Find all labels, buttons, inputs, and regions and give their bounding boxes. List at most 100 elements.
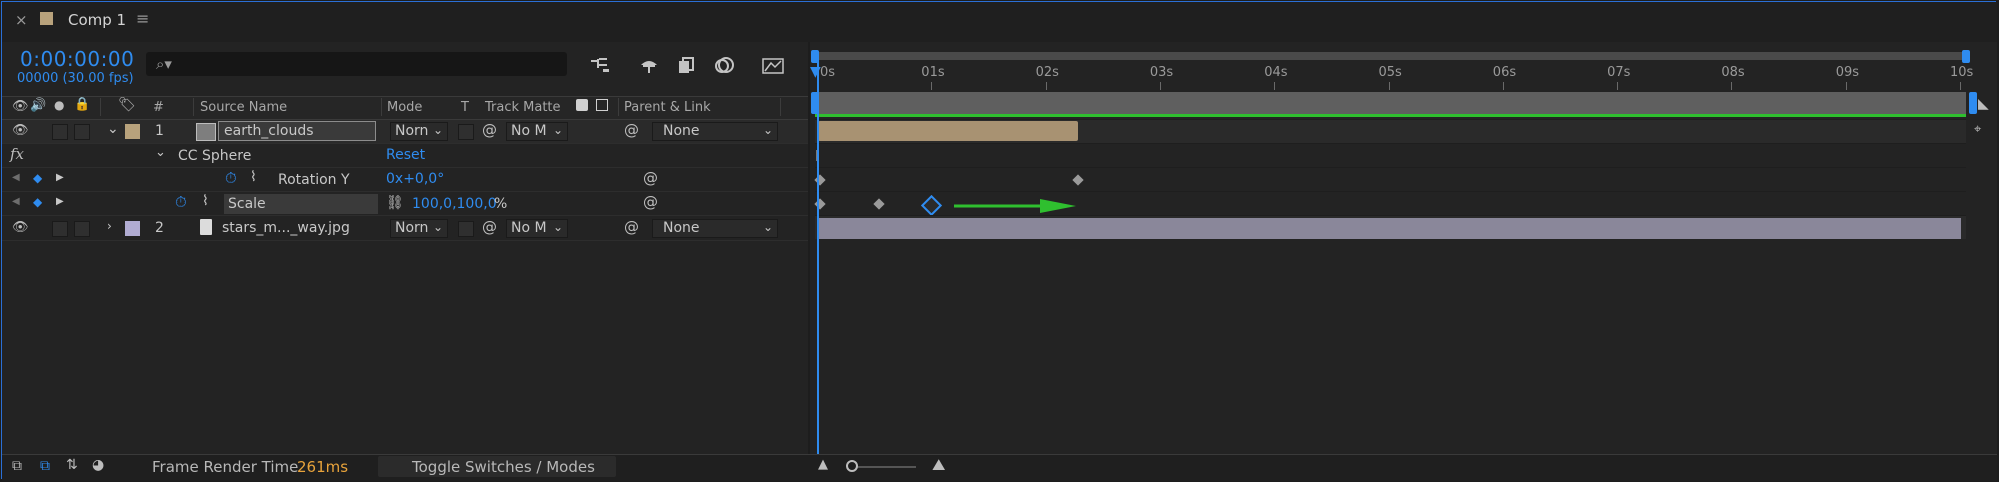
prev-keyframe-icon[interactable]: ◀	[12, 196, 20, 207]
render-time-icon[interactable]: ◕	[92, 457, 104, 473]
blend-mode-value: Norn	[395, 220, 429, 236]
ruler-tick	[1502, 82, 1504, 90]
visibility-eye-icon[interactable]: 👁	[12, 123, 29, 138]
parent-dropdown[interactable]: None ⌄	[652, 122, 778, 141]
graph-icon[interactable]: ⌇	[250, 169, 257, 185]
comp-tab-title[interactable]: Comp 1	[68, 11, 126, 29]
audio-toggle[interactable]	[52, 221, 68, 237]
column-mode[interactable]: Mode	[387, 100, 422, 115]
tab-menu-icon[interactable]: ≡	[136, 9, 149, 28]
lock-icon[interactable]: 🔒	[74, 97, 90, 112]
expression-pickwhip-icon[interactable]: @	[643, 169, 658, 187]
layer-name-text[interactable]: stars_m..._way.jpg	[222, 220, 350, 236]
column-track-matte[interactable]: Track Matte	[485, 100, 561, 115]
transfer-controls-icon[interactable]: ⧉	[40, 458, 50, 474]
scale-value[interactable]: 100,0,100,0	[412, 196, 497, 212]
constrain-proportions-link-icon[interactable]: ⛓	[386, 195, 404, 211]
keyframe-toggle-icon[interactable]: ◆	[33, 195, 42, 209]
parent-pickwhip-icon[interactable]: @	[624, 218, 639, 236]
ruler-tick	[1617, 82, 1619, 90]
scale-label-field[interactable]: Scale	[224, 194, 378, 214]
close-tab-icon[interactable]: ×	[15, 11, 28, 29]
zoom-slider-thumb[interactable]	[846, 460, 858, 472]
next-keyframe-icon[interactable]: ▶	[56, 172, 64, 183]
lock-toggle[interactable]	[74, 221, 90, 237]
fx-icon[interactable]: fx	[10, 145, 24, 163]
track-matte-value: No M	[511, 123, 547, 139]
next-keyframe-icon[interactable]: ▶	[56, 196, 64, 207]
blend-mode-dropdown[interactable]: Norn ⌄	[390, 122, 448, 141]
comp-marker-bin-icon[interactable]: ◣	[1978, 96, 1989, 112]
track-matte-pickwhip-icon[interactable]: @	[482, 218, 497, 236]
tab-bar	[2, 2, 1997, 42]
blend-mode-dropdown[interactable]: Norn ⌄	[390, 219, 448, 238]
comp-flowchart-icon[interactable]	[588, 55, 614, 77]
rotation-y-value[interactable]: 0x+0,0°	[386, 171, 444, 187]
layer-duration-bar-2[interactable]	[818, 218, 1961, 239]
track-matte-dropdown[interactable]: No M ⌄	[506, 219, 568, 238]
column-separator	[193, 98, 194, 116]
chevron-down-icon: ⌄	[762, 123, 773, 137]
search-input[interactable]	[146, 52, 567, 76]
shy-layers-icon[interactable]	[636, 55, 662, 77]
comp-button-icon[interactable]: ⌖	[1974, 122, 1981, 137]
in-out-icon[interactable]: ⇅	[66, 457, 78, 473]
graph-icon[interactable]: ⌇	[202, 193, 209, 209]
preserve-transparency-toggle[interactable]	[458, 124, 474, 140]
column-parent-link[interactable]: Parent & Link	[624, 100, 711, 115]
keyframe-toggle-icon[interactable]: ◆	[33, 171, 42, 185]
matte-luma-icon[interactable]	[596, 99, 608, 111]
zoom-in-icon[interactable]: ⛰	[932, 455, 945, 475]
stopwatch-icon[interactable]: ⏱	[175, 193, 187, 211]
audio-icon[interactable]: 🔊	[30, 98, 46, 113]
layer-label-color[interactable]	[125, 124, 140, 139]
parent-dropdown[interactable]: None ⌄	[652, 219, 778, 238]
motion-blur-icon[interactable]	[712, 55, 738, 77]
stopwatch-icon[interactable]: ⏱	[225, 169, 237, 187]
frame-blending-icon[interactable]	[674, 55, 700, 77]
footage-thumbnail-icon	[196, 123, 216, 141]
layer-label-color[interactable]	[125, 221, 140, 236]
expression-pickwhip-icon[interactable]: @	[643, 193, 658, 211]
effect-reset-link[interactable]: Reset	[386, 147, 425, 163]
zoom-slider-track[interactable]	[852, 466, 916, 468]
layer-name-field[interactable]: earth_clouds	[218, 121, 376, 141]
label-tag-icon[interactable]: 🏷	[118, 97, 136, 113]
audio-toggle[interactable]	[52, 124, 68, 140]
playhead-handle-icon[interactable]: ▼	[810, 64, 821, 80]
parent-pickwhip-icon[interactable]: @	[624, 121, 639, 139]
expand-chevron-down-icon[interactable]: ⌄	[107, 121, 119, 137]
work-area-bar[interactable]	[815, 92, 1966, 116]
frame-count-display: 00000 (30.00 fps)	[17, 71, 134, 86]
green-arrow-annotation	[954, 199, 1076, 213]
effect-expand-chevron-down-icon[interactable]: ⌄	[155, 145, 166, 160]
track-matte-value: No M	[511, 220, 547, 236]
column-number[interactable]: #	[153, 100, 164, 115]
playhead-line[interactable]	[817, 60, 819, 454]
chevron-down-icon: ⌄	[432, 123, 443, 137]
layer-switches-icon[interactable]: ⧉	[12, 458, 22, 474]
column-t[interactable]: T	[461, 100, 469, 115]
column-source-name[interactable]: Source Name	[200, 100, 287, 115]
time-navigator-bar[interactable]	[815, 52, 1966, 60]
matte-alpha-icon[interactable]	[576, 99, 588, 111]
layer-duration-bar-1[interactable]	[818, 121, 1078, 141]
track-matte-pickwhip-icon[interactable]: @	[482, 121, 497, 139]
prev-keyframe-icon[interactable]: ◀	[12, 172, 20, 183]
solo-icon[interactable]: ●	[54, 98, 64, 112]
navigator-end-handle[interactable]	[1962, 50, 1970, 63]
column-separator	[100, 98, 101, 116]
video-eye-icon[interactable]: 👁	[12, 99, 29, 114]
effect-name[interactable]: CC Sphere	[178, 148, 251, 164]
current-time-display[interactable]: 0:00:00:00	[20, 47, 134, 71]
work-area-end-handle[interactable]	[1969, 92, 1977, 114]
search-icon: ⌕▾	[156, 55, 172, 73]
graph-editor-icon[interactable]	[760, 55, 786, 77]
preserve-transparency-toggle[interactable]	[458, 221, 474, 237]
zoom-out-icon[interactable]: ▲	[818, 457, 828, 472]
track-matte-dropdown[interactable]: No M ⌄	[506, 122, 568, 141]
expand-chevron-right-icon[interactable]: ›	[107, 219, 112, 233]
ruler-tick	[1731, 82, 1733, 90]
visibility-eye-icon[interactable]: 👁	[12, 220, 29, 235]
lock-toggle[interactable]	[74, 124, 90, 140]
